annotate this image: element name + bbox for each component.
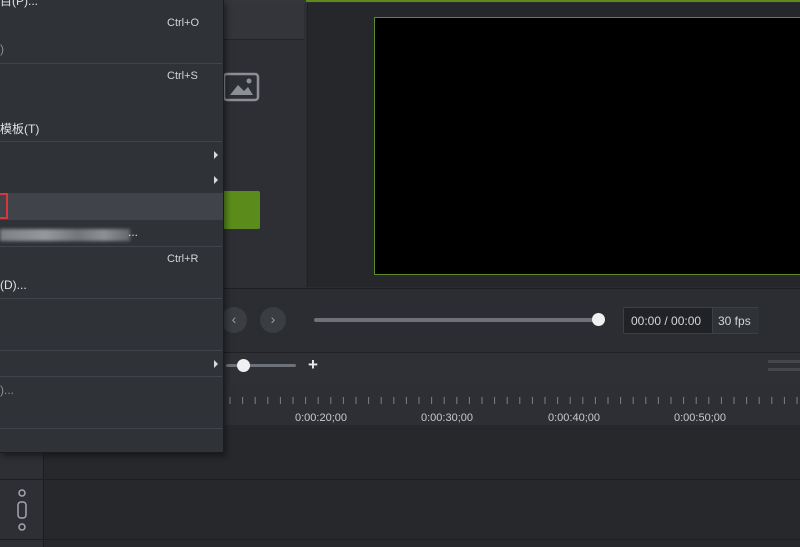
menu-separator <box>0 141 222 142</box>
submenu-arrow-icon <box>214 151 218 159</box>
menu-shortcut-record: Ctrl+R <box>167 253 199 265</box>
red-highlight-box <box>0 193 8 219</box>
submenu-arrow-icon <box>214 176 218 184</box>
timeline-tool-strip <box>768 360 800 363</box>
ruler-tick-label: 0:00:40;00 <box>548 412 600 424</box>
menu-separator <box>0 350 222 351</box>
playhead-scrub-track[interactable] <box>314 318 600 322</box>
menu-item-disabled[interactable]: )... <box>0 383 14 397</box>
zoom-in-button[interactable]: + <box>306 356 320 374</box>
timecode: 00:00 / 00:00 <box>631 314 702 328</box>
menu-shortcut-open: Ctrl+O <box>167 17 200 29</box>
ruler-ticks <box>229 397 798 404</box>
ruler-tick-label: 0:00:30;00 <box>421 412 473 424</box>
chevron-left-icon: ‹ <box>231 311 237 327</box>
previous-frame-button[interactable]: ‹ <box>221 307 247 333</box>
track-divider <box>0 539 800 540</box>
canvas-preview[interactable] <box>374 17 800 275</box>
menu-item-recent-projects[interactable]: 目(P)... <box>0 0 38 9</box>
ruler-tick-label: 0:00:20;00 <box>295 412 347 424</box>
menu-separator <box>0 63 222 64</box>
timeline-tool-strip <box>768 368 800 371</box>
menu-item-ellipsis: ... <box>128 225 139 239</box>
menu-item-partial[interactable]: ) <box>0 42 4 56</box>
menu-item-hovered[interactable] <box>0 193 223 220</box>
menu-shortcut-save: Ctrl+S <box>167 70 198 82</box>
menu-separator <box>0 376 222 377</box>
playhead-scrub-thumb[interactable] <box>592 313 605 326</box>
menu-separator <box>0 246 222 247</box>
menu-separator <box>0 298 222 299</box>
blurred-menu-item[interactable] <box>0 229 130 241</box>
file-menu-dropdown <box>0 0 224 453</box>
submenu-arrow-icon <box>214 360 218 368</box>
next-frame-button[interactable]: › <box>260 307 286 333</box>
ruler-tick-label: 0:00:50;00 <box>674 412 726 424</box>
image-icon[interactable] <box>222 72 260 102</box>
fps-label: 30 fps <box>718 314 751 328</box>
top-accent-strip <box>306 0 800 2</box>
drag-handle-icon[interactable] <box>12 487 32 533</box>
menu-item-d[interactable]: (D)... <box>0 278 27 292</box>
track-divider <box>0 479 800 480</box>
menu-item-save-as-template[interactable]: 模板(T) <box>0 120 39 137</box>
chevron-right-icon: › <box>270 311 276 327</box>
zoom-slider-thumb[interactable] <box>237 359 250 372</box>
menu-separator <box>0 428 222 429</box>
